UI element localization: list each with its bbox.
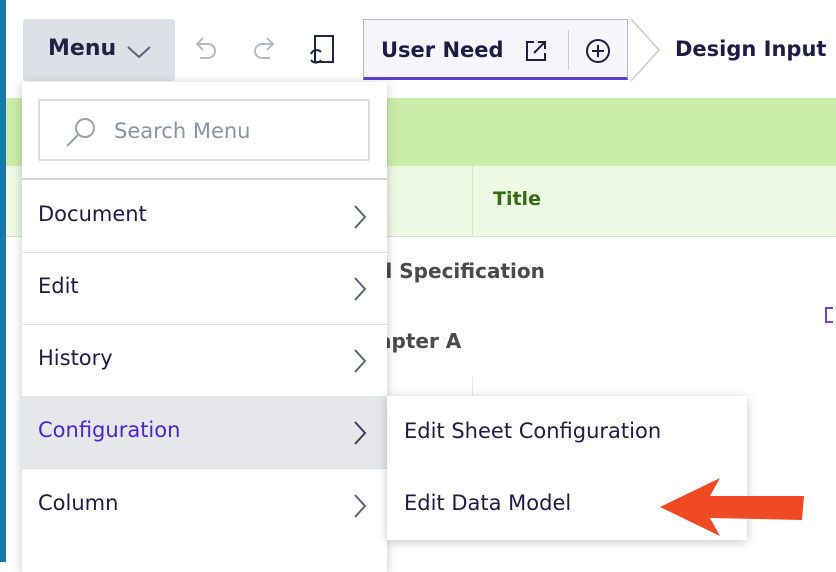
menu-item-label: Configuration — [38, 418, 181, 442]
menu-button[interactable]: Menu — [23, 19, 175, 81]
table-cell: d Specification — [378, 259, 545, 283]
tab-bar: User Need Design Input — [363, 19, 836, 81]
menu-item-column[interactable]: Column — [22, 469, 387, 541]
search-menu-box — [38, 99, 370, 161]
chevron-right-icon — [352, 276, 368, 306]
submenu-item-label: Edit Data Model — [404, 491, 572, 515]
menu-button-label: Menu — [48, 36, 117, 61]
add-circle-icon[interactable] — [585, 38, 611, 68]
column-divider — [472, 166, 473, 236]
tab-design-input-label: Design Input — [675, 37, 827, 61]
undo-icon[interactable] — [192, 34, 218, 66]
chevron-right-icon — [352, 204, 368, 234]
tab-design-input[interactable]: Design Input — [631, 19, 836, 81]
search-icon — [64, 116, 98, 152]
submenu-item-edit-sheet-configuration[interactable]: Edit Sheet Configuration — [387, 396, 747, 468]
submenu-item-label: Edit Sheet Configuration — [404, 419, 662, 443]
chevron-down-icon — [126, 41, 152, 66]
annotation-arrow-icon — [658, 476, 806, 542]
sync-sheet-icon[interactable] — [308, 34, 338, 70]
external-link-icon[interactable] — [524, 39, 548, 67]
tab-user-need-label: User Need — [381, 38, 504, 62]
tab-user-need[interactable]: User Need — [363, 19, 628, 80]
column-header-title[interactable]: Title — [493, 188, 541, 210]
menu-item-label: Document — [38, 202, 147, 226]
chevron-right-icon — [352, 420, 368, 450]
redo-icon[interactable] — [252, 34, 278, 66]
table-cell: apter A — [378, 329, 462, 353]
menu-item-label: Edit — [38, 274, 79, 298]
menu-item-configuration[interactable]: Configuration — [22, 396, 387, 468]
menu-item-label: Column — [38, 491, 119, 515]
menu-dropdown: Document Edit History Configuration Colu… — [22, 82, 387, 572]
chevron-right-icon — [352, 348, 368, 378]
menu-item-label: History — [38, 346, 113, 370]
menu-item-history[interactable]: History — [22, 324, 387, 396]
chevron-right-icon — [352, 493, 368, 523]
menu-item-edit[interactable]: Edit — [22, 252, 387, 324]
menu-item-document[interactable]: Document — [22, 180, 387, 252]
cell-edit-icon[interactable] — [825, 307, 833, 323]
search-menu-input[interactable] — [112, 115, 356, 147]
tab-separator — [568, 30, 569, 70]
